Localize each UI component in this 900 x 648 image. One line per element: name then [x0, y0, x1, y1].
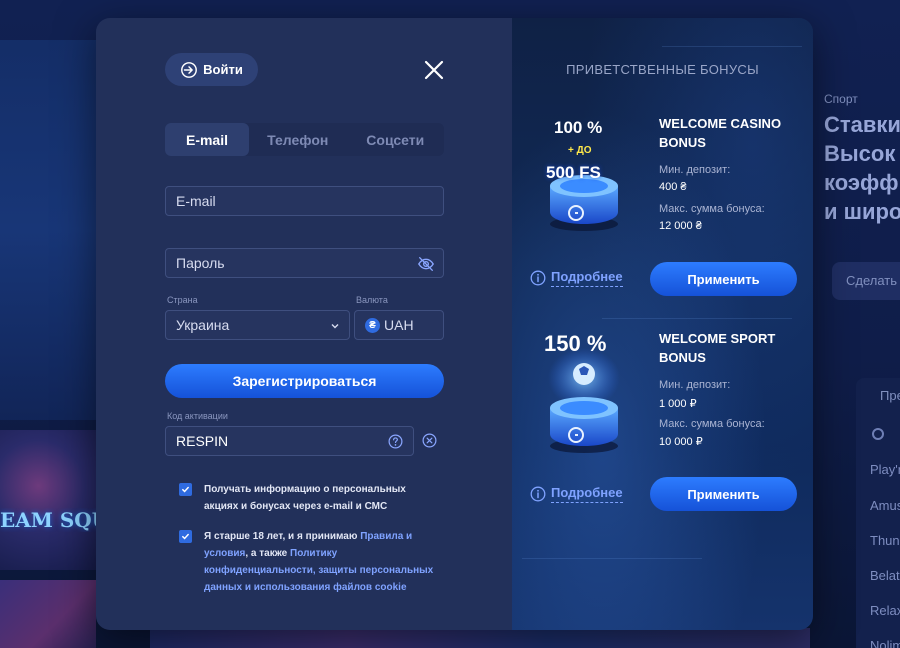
casino-details-label: Подробнее	[551, 269, 623, 287]
login-button[interactable]: Войти	[165, 53, 258, 86]
casino-bonus-freespins: 500 FS	[546, 163, 601, 182]
login-button-label: Войти	[203, 62, 243, 77]
registration-method-tabs: E-mail Телефон Соцсети	[165, 123, 444, 156]
bonuses-title: ПРИВЕТСТВЕННЫЕ БОНУСЫ	[566, 62, 759, 77]
tab-email[interactable]: E-mail	[165, 123, 249, 156]
country-label: Страна	[167, 295, 198, 305]
consent-marketing-row: Получать информацию о персональных акция…	[179, 481, 439, 515]
casino-details-link[interactable]: Подробнее	[530, 269, 623, 287]
tab-social[interactable]: Соцсети	[347, 123, 445, 156]
hero-cta-button[interactable]: Сделать	[832, 262, 900, 300]
tab-phone[interactable]: Телефон	[249, 123, 347, 156]
providers-panel-title: Пре	[880, 388, 900, 403]
casino-apply-button[interactable]: Применить	[650, 262, 797, 296]
sport-bonus-percent: 150 %	[544, 331, 607, 356]
decorative-line	[602, 318, 792, 319]
sport-apply-button[interactable]: Применить	[650, 477, 797, 511]
search-icon[interactable]	[872, 428, 884, 440]
game-thumbnail[interactable]	[0, 580, 96, 648]
eye-off-icon[interactable]	[417, 255, 435, 273]
country-select[interactable]: Украина	[165, 310, 350, 340]
casino-max-bonus-value: 12 000 ₴	[659, 220, 702, 232]
promo-code-input[interactable]: RESPIN	[165, 426, 414, 456]
login-icon	[181, 61, 198, 78]
welcome-bonuses-panel: ПРИВЕТСТВЕННЫЕ БОНУСЫ 100 % + ДО 500 FS …	[512, 18, 813, 630]
casino-min-deposit-value: 400 ₴	[659, 181, 687, 193]
currency-select-value: UAH	[384, 317, 414, 333]
hero-headline: Ставки Высок коэфф и широ	[824, 112, 900, 224]
email-field-placeholder: E-mail	[176, 193, 216, 209]
consent-marketing-checkbox[interactable]	[179, 483, 192, 496]
casino-bonus-name: WELCOME CASINO BONUS	[659, 114, 809, 152]
currency-label: Валюта	[356, 295, 388, 305]
country-select-value: Украина	[176, 317, 230, 333]
sport-bonus-name: WELCOME SPORT BONUS	[659, 329, 809, 367]
registration-modal: Войти E-mail Телефон Соцсети E-mail Паро…	[96, 18, 813, 630]
promo-code-value: RESPIN	[176, 433, 229, 449]
sport-details-label: Подробнее	[551, 485, 623, 503]
provider-item[interactable]: Relax	[870, 603, 900, 618]
casino-min-deposit-label: Мин. депозит:	[659, 164, 731, 176]
sport-min-deposit-label: Мин. депозит:	[659, 379, 731, 391]
sport-max-bonus-label: Макс. сумма бонуса:	[659, 418, 765, 430]
provider-item[interactable]: Nolim	[870, 638, 900, 648]
promo-code-label: Код активации	[167, 411, 228, 421]
casino-bonus-name-line1: WELCOME CASINO	[659, 116, 782, 131]
consent-age-row: Я старше 18 лет, и я принимаю Правила и …	[179, 528, 439, 596]
register-button[interactable]: Зарегистрироваться	[165, 364, 444, 398]
info-icon	[530, 270, 546, 286]
check-icon	[182, 486, 189, 493]
close-icon[interactable]	[422, 58, 446, 82]
decorative-line	[522, 558, 702, 559]
provider-item[interactable]: Belat	[870, 568, 900, 583]
casino-bonus-plus: + ДО	[568, 145, 592, 156]
sport-max-bonus-value: 10 000 ₽	[659, 436, 703, 448]
provider-item[interactable]: Play'n	[870, 462, 900, 477]
consent-age-mid: , а также	[245, 548, 291, 559]
check-icon	[182, 533, 189, 540]
casino-bonus-percent: 100 %	[554, 118, 603, 137]
consent-age-checkbox[interactable]	[179, 530, 192, 543]
password-field-placeholder: Пароль	[176, 255, 225, 271]
provider-item[interactable]: Amus	[870, 498, 900, 513]
sport-details-link[interactable]: Подробнее	[530, 485, 623, 503]
sport-min-deposit-value: 1 000 ₽	[659, 398, 697, 410]
consent-age-prefix: Я старше 18 лет, и я принимаю	[204, 531, 361, 542]
decorative-line	[662, 46, 802, 47]
sport-bonus-name-line2: BONUS	[659, 350, 706, 365]
game-thumbnail-row[interactable]	[150, 628, 810, 648]
casino-max-bonus-label: Макс. сумма бонуса:	[659, 203, 765, 215]
consent-marketing-text: Получать информацию о персональных акция…	[204, 484, 406, 512]
provider-item[interactable]: Thun	[870, 533, 900, 548]
registration-form: Войти E-mail Телефон Соцсети E-mail Паро…	[96, 18, 512, 630]
game-thumbnail-title: EAM SQU	[0, 508, 96, 532]
game-thumbnail[interactable]	[0, 430, 96, 570]
info-icon	[530, 486, 546, 502]
question-icon[interactable]	[388, 434, 403, 449]
hero-category-label: Спорт	[824, 92, 858, 106]
background-banner	[0, 40, 96, 420]
hryvnia-icon: ₴	[365, 317, 380, 333]
casino-bonus-name-line2: BONUS	[659, 135, 706, 150]
consent-age-text: Я старше 18 лет, и я принимаю Правила и …	[204, 528, 439, 596]
currency-select[interactable]: ₴ UAH	[354, 310, 444, 340]
clear-icon[interactable]	[422, 433, 437, 448]
password-field[interactable]: Пароль	[165, 248, 444, 278]
email-field[interactable]: E-mail	[165, 186, 444, 216]
chevron-down-icon	[331, 324, 339, 329]
sport-bonus-name-line1: WELCOME SPORT	[659, 331, 776, 346]
